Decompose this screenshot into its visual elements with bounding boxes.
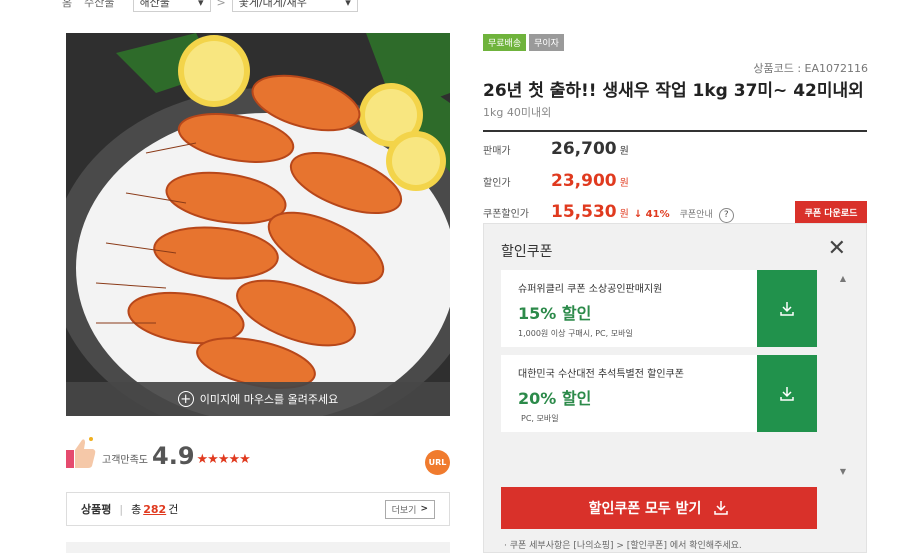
category-select-value: 해산물 xyxy=(139,0,170,9)
interest-free-badge: 무이자 xyxy=(529,34,564,51)
coupon-price-value: 15,530 xyxy=(551,202,617,222)
review-summary: 상품평 | 총 282 건 더보기 > xyxy=(66,492,450,526)
breadcrumb-home[interactable]: 홈 xyxy=(62,0,72,10)
download-all-coupons-label: 할인쿠폰 모두 받기 xyxy=(588,501,702,517)
download-icon xyxy=(780,386,794,401)
product-image[interactable]: + 이미지에 마우스를 올려주세요 xyxy=(66,33,450,416)
download-icon xyxy=(780,301,794,316)
sale-price-unit: 원 xyxy=(619,146,629,157)
download-icon xyxy=(713,500,729,516)
product-badges: 무료배송 무이자 xyxy=(483,34,567,51)
review-more-label: 더보기 xyxy=(391,505,417,516)
breadcrumb: 홈 수산물 해산물 ▾ > 꽃게/대게/새우 ▾ xyxy=(62,0,364,12)
rating-score: 4.9 xyxy=(152,442,195,470)
customer-rating: 고객만족도 4.9 ★★★★★ xyxy=(66,436,251,470)
sale-price-row: 판매가 26,700 원 xyxy=(483,139,629,159)
coupon-card: 슈퍼위클리 쿠폰 소상공인판매지원 15% 할인 1,000원 이상 구매시, … xyxy=(501,270,817,347)
url-copy-button[interactable]: URL xyxy=(425,450,450,475)
section-divider xyxy=(66,542,450,553)
sale-price-value: 26,700 xyxy=(551,139,617,159)
coupon-card: 대한민국 수산대전 추석특별전 할인쿠폰 20% 할인 PC, 모바일 xyxy=(501,355,817,432)
review-prefix: 총 xyxy=(131,503,142,516)
rating-label: 고객만족도 xyxy=(102,455,148,466)
product-code: 상품코드 : EA1072116 xyxy=(753,62,868,75)
product-subtitle: 1kg 40미내외 xyxy=(483,106,552,119)
chevron-down-icon: ▾ xyxy=(345,0,351,9)
review-more-button[interactable]: 더보기 > xyxy=(384,499,435,519)
discount-price-label: 할인가 xyxy=(483,178,511,189)
scroll-down-arrow-icon[interactable]: ▼ xyxy=(840,467,846,476)
coupon-price-label: 쿠폰할인가 xyxy=(483,209,529,220)
scroll-up-arrow-icon[interactable]: ▲ xyxy=(840,274,846,283)
coupon-discount: 20% 할인 xyxy=(518,389,592,408)
coupon-price-row: 쿠폰할인가 15,530 원 ↓ 41% 쿠폰안내 ? xyxy=(483,202,734,223)
coupon-name: 대한민국 수산대전 추석특별전 할인쿠폰 xyxy=(518,369,684,380)
breadcrumb-separator-icon: > xyxy=(216,0,226,9)
breadcrumb-category[interactable]: 수산물 xyxy=(84,0,114,10)
title-divider xyxy=(483,130,867,132)
review-divider: | xyxy=(119,502,124,516)
coupon-panel: 할인쿠폰 ✕ 슈퍼위클리 쿠폰 소상공인판매지원 15% 할인 1,000원 이… xyxy=(483,223,867,553)
coupon-download-button[interactable]: 쿠폰 다운로드 xyxy=(795,201,867,223)
category-select[interactable]: 해산물 ▾ xyxy=(132,0,211,12)
free-shipping-badge: 무료배송 xyxy=(483,34,527,51)
rating-stars: ★★★★★ xyxy=(196,452,251,467)
shrimp-photo xyxy=(66,33,450,416)
coupon-price-unit: 원 xyxy=(619,209,629,220)
image-hover-hint: + 이미지에 마우스를 올려주세요 xyxy=(66,382,450,416)
coupon-panel-title: 할인쿠폰 xyxy=(501,244,553,260)
sale-price-label: 판매가 xyxy=(483,146,511,157)
zoom-plus-icon: + xyxy=(177,391,194,407)
coupon-name: 슈퍼위클리 쿠폰 소상공인판매지원 xyxy=(518,284,663,295)
chevron-down-icon: ▾ xyxy=(197,0,204,9)
coupon-note: · 쿠폰 세부사항은 [나의쇼핑] > [할인쿠폰] 에서 확인해주세요. xyxy=(504,541,742,551)
close-icon[interactable]: ✕ xyxy=(828,238,846,260)
coupon-discount: 15% 할인 xyxy=(518,304,592,323)
review-suffix: 건 xyxy=(168,503,179,516)
help-icon[interactable]: ? xyxy=(718,207,734,223)
download-all-coupons-button[interactable]: 할인쿠폰 모두 받기 xyxy=(501,487,817,529)
coupon-condition: PC, 모바일 xyxy=(521,414,559,423)
image-hover-hint-text: 이미지에 마우스를 올려주세요 xyxy=(199,393,339,406)
coupon-info-link[interactable]: 쿠폰안내 xyxy=(680,207,713,220)
review-count[interactable]: 282 xyxy=(143,503,166,516)
discount-price-unit: 원 xyxy=(619,178,629,189)
product-title: 26년 첫 출하!! 생새우 작업 1kg 37미~ 42미내외 xyxy=(483,81,864,101)
review-title: 상품평 xyxy=(81,503,112,516)
subcategory-select[interactable]: 꽃게/대게/새우 ▾ xyxy=(231,0,358,12)
coupon-condition: 1,000원 이상 구매시, PC, 모바일 xyxy=(518,329,633,338)
coupon-download-button-1[interactable] xyxy=(757,270,817,347)
chevron-right-icon: > xyxy=(420,504,428,514)
discount-price-value: 23,900 xyxy=(551,171,617,191)
coupon-discount-rate: ↓ 41% xyxy=(633,209,670,220)
coupon-download-button-2[interactable] xyxy=(757,355,817,432)
subcategory-select-value: 꽃게/대게/새우 xyxy=(238,0,307,9)
thumbs-up-icon xyxy=(66,436,98,470)
discount-price-row: 할인가 23,900 원 xyxy=(483,171,629,191)
